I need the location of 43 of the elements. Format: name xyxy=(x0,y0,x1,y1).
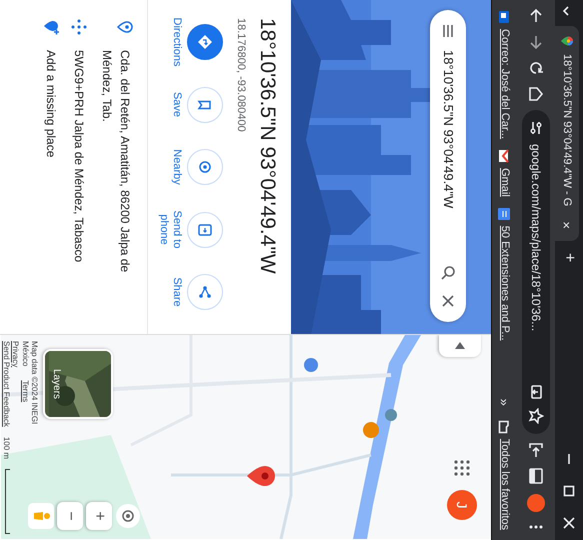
plus-code-icon xyxy=(70,18,88,36)
star-icon[interactable] xyxy=(528,408,544,424)
more-bookmarks-button[interactable]: » xyxy=(498,394,511,410)
action-label: Send to phone xyxy=(158,210,183,250)
sign-in-icon[interactable] xyxy=(526,440,546,460)
url-text: google.com/maps/place/18°10'36... xyxy=(528,144,544,334)
action-button[interactable]: Save xyxy=(158,76,223,132)
site-settings-icon[interactable] xyxy=(528,120,544,136)
mail-icon xyxy=(498,10,512,24)
detail-text: Cda. del Retén, Amatitán, 86200 Jalpa de Méndez, Tab. xyxy=(98,50,133,274)
action-button[interactable]: Nearby xyxy=(158,139,223,195)
bookmark[interactable]: Gmail xyxy=(496,149,513,197)
install-app-icon[interactable] xyxy=(528,384,544,400)
maximize-icon[interactable] xyxy=(562,484,576,498)
action-label: Share xyxy=(170,277,183,307)
bookmark[interactable]: Correo: José del Car... xyxy=(496,10,513,140)
action-label: Directions xyxy=(170,18,183,66)
add-place-link[interactable]: Add a missing place xyxy=(42,50,60,316)
directions-icon xyxy=(196,33,214,51)
envelope-icon xyxy=(498,149,512,164)
place-title: 18°10'36.5"N 93°04'49.4"W xyxy=(255,18,280,276)
tab-close-button[interactable]: × xyxy=(560,217,574,233)
action-label: Nearby xyxy=(170,149,183,185)
add-place-icon xyxy=(42,18,60,36)
bookmark[interactable]: 50 Extensiones and P... xyxy=(496,206,513,341)
action-button[interactable]: Directions xyxy=(158,14,223,70)
coordinates-text: 18.176800, -93.080400 xyxy=(234,18,248,134)
address-bar[interactable]: google.com/maps/place/18°10'36... xyxy=(522,110,550,434)
new-tab-button[interactable]: + xyxy=(561,249,577,266)
action-button[interactable]: Send to phone xyxy=(158,202,223,258)
tab-title: 18°10'36.5"N 93°04'49.4"W - G xyxy=(560,54,574,208)
folder-icon xyxy=(498,420,512,434)
action-label: Save xyxy=(170,92,183,118)
maps-favicon-icon xyxy=(560,34,574,48)
detail-text: 5WG9+PRH Jalpa de Méndez, Tabasco xyxy=(70,50,87,264)
all-bookmarks-folder[interactable]: Todos los favoritos xyxy=(496,420,513,530)
browser-tab[interactable]: 18°10'36.5"N 93°04'49.4"W - G × xyxy=(555,26,579,241)
document-icon xyxy=(498,206,512,221)
action-button[interactable]: Share xyxy=(158,264,223,320)
close-icon[interactable] xyxy=(562,516,576,530)
profile-avatar-icon[interactable] xyxy=(525,492,547,514)
share-icon xyxy=(196,283,214,301)
side-panel-icon[interactable] xyxy=(526,466,546,486)
